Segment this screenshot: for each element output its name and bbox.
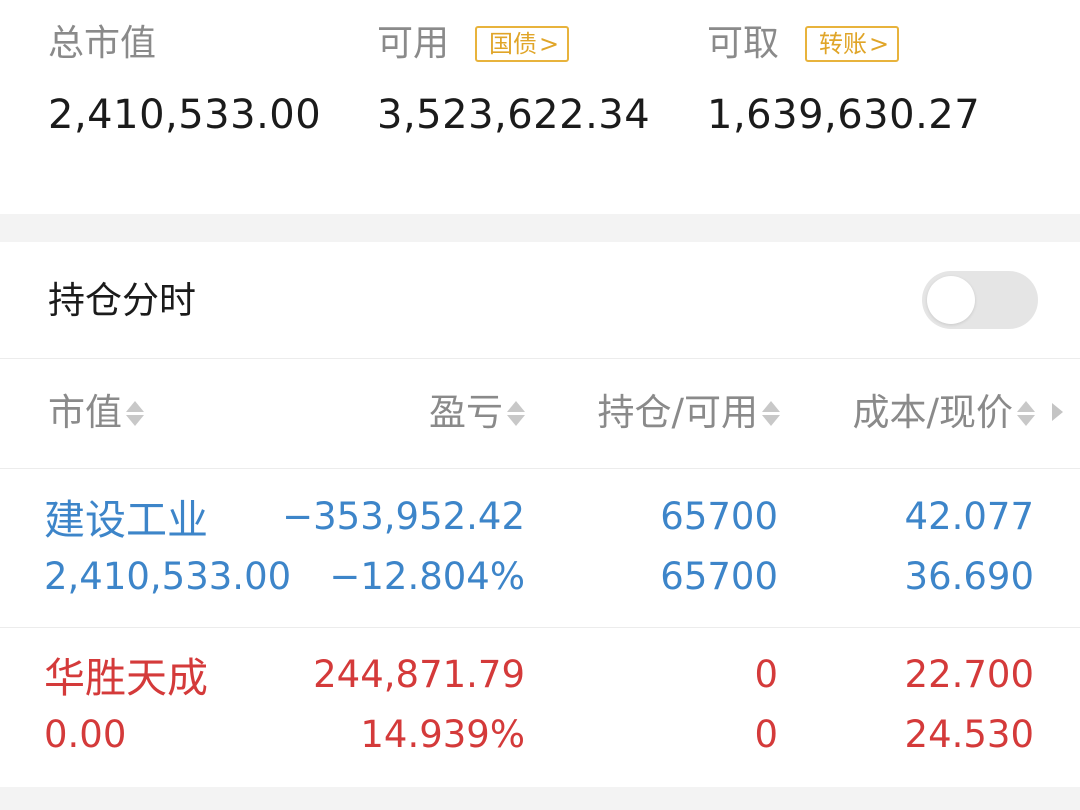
withdrawable-value: 1,639,630.27 [707,92,981,138]
stock-price: 24.530 [904,713,1034,756]
sort-by-holding[interactable]: 持仓/可用 [598,390,780,436]
holdings-table-header: 市值 盈亏 持仓/可用 成本/现价 [0,358,1080,469]
stock-pnl: 244,871.79 [313,653,525,696]
sort-by-pnl[interactable]: 盈亏 [429,390,525,436]
treasury-bond-label: 国债 [489,30,538,58]
chevron-right-icon: > [869,30,890,58]
chevron-right-icon: > [539,30,560,58]
withdrawable-label: 可取 [707,23,780,64]
stock-pnl-percent: 14.939% [360,713,525,756]
available-funds-value: 3,523,622.34 [377,92,651,138]
stock-name: 建设工业 [44,496,208,544]
sort-icon [762,400,780,426]
stock-available: 0 [754,713,778,756]
stock-name: 华胜天成 [44,654,208,702]
treasury-bond-button[interactable]: 国债 > [475,26,570,62]
stock-price: 36.690 [904,555,1034,598]
stock-holding: 65700 [660,495,778,538]
stock-available: 65700 [660,555,778,598]
cost-price-header: 成本/现价 [852,391,1013,434]
position-timeshare-label: 持仓分时 [48,279,196,322]
stock-cost: 42.077 [904,495,1034,538]
stock-market-value: 0.00 [44,713,127,756]
stock-market-value: 2,410,533.00 [44,555,292,598]
pnl-header: 盈亏 [429,391,503,434]
sort-icon [507,400,525,426]
holding-row[interactable]: 华胜天成 0.00 244,871.79 14.939% 0 0 22.700 … [0,628,1080,785]
holding-available-header: 持仓/可用 [597,391,758,434]
stock-pnl: −353,952.42 [282,495,525,538]
stock-holding: 0 [754,653,778,696]
available-funds-label: 可用 [377,23,450,64]
account-summary: 总市值 2,410,533.00 可用 国债 > 3,523,622.34 可取… [0,0,1080,214]
transfer-label: 转账 [819,30,868,58]
sort-by-cost[interactable]: 成本/现价 [853,390,1035,436]
sort-by-market-value[interactable]: 市值 [48,390,144,436]
holding-row[interactable]: 建设工业 2,410,533.00 −353,952.42 −12.804% 6… [0,470,1080,628]
total-market-value-label: 总市值 [48,23,157,64]
transfer-button[interactable]: 转账 > [805,26,900,62]
stock-cost: 22.700 [904,653,1034,696]
sort-icon [126,400,144,426]
position-timeshare-row: 持仓分时 [0,242,1080,359]
section-divider [0,214,1080,242]
stock-pnl-percent: −12.804% [329,555,525,598]
sort-icon [1017,400,1035,426]
position-timeshare-toggle[interactable] [922,271,1038,329]
total-market-value: 2,410,533.00 [48,92,322,138]
section-divider [0,787,1080,810]
market-value-header: 市值 [48,391,122,434]
toggle-knob [927,276,975,324]
scroll-right-icon[interactable] [1052,403,1063,421]
